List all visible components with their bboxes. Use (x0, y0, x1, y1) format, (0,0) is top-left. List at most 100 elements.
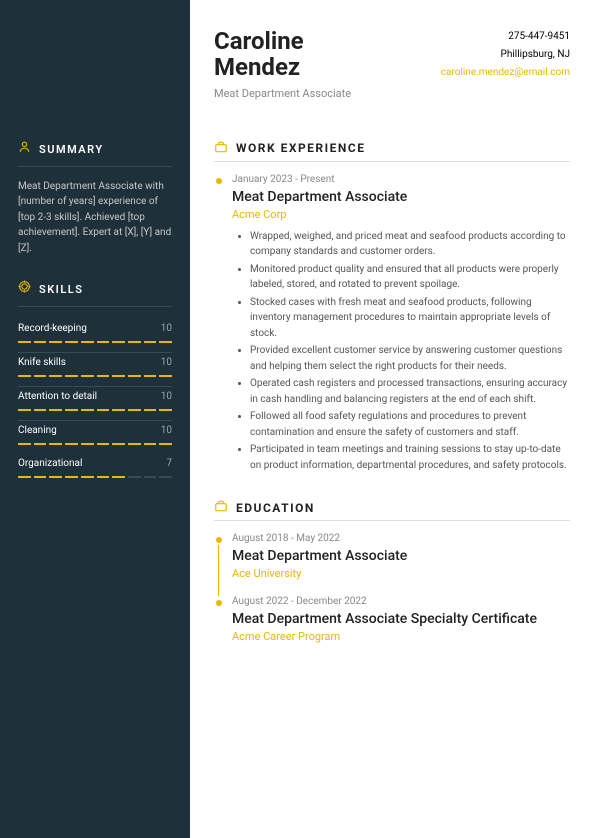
skill-row: Record-keeping10 (18, 319, 172, 341)
bullet-item: Followed all food safety regulations and… (250, 409, 570, 440)
education-heading: EDUCATION (214, 499, 570, 521)
skill-bar (18, 476, 172, 478)
skill-dash (18, 375, 31, 377)
skill-dash (97, 341, 110, 343)
skill-dash (81, 341, 94, 343)
skill-dash (49, 409, 62, 411)
skill-dash (81, 375, 94, 377)
name-block: Caroline Mendez Meat Department Associat… (214, 28, 351, 100)
entry-title: Meat Department Associate (232, 189, 570, 205)
skill-dash (144, 476, 157, 478)
work-section: WORK EXPERIENCE January 2023 - Present Me… (214, 140, 570, 474)
skill-dash (65, 443, 78, 445)
skill-dash (49, 476, 62, 478)
skill-name: Organizational (18, 456, 82, 471)
skill-dash (159, 375, 172, 377)
briefcase-icon (214, 140, 228, 157)
entry-date: August 2022 - December 2022 (232, 596, 570, 607)
bullet-item: Stocked cases with fresh meat and seafoo… (250, 295, 570, 342)
skill-dash (159, 341, 172, 343)
skill-dash (112, 341, 125, 343)
skill-dash (97, 443, 110, 445)
skill-dash (112, 476, 125, 478)
skill-dash (112, 375, 125, 377)
entry-org: Acme Corp (232, 208, 570, 221)
first-name: Caroline (214, 27, 304, 55)
person-icon (18, 140, 31, 160)
skill-dash (128, 409, 141, 411)
briefcase-icon (214, 499, 228, 516)
bullet-item: Participated in team meetings and traini… (250, 442, 570, 473)
skill-dash (144, 443, 157, 445)
bullet-item: Operated cash registers and processed tr… (250, 376, 570, 407)
contact-phone: 275-447-9451 (441, 28, 570, 46)
skill-item: Attention to detail10 (18, 386, 172, 411)
skill-dash (49, 341, 62, 343)
skill-dash (128, 476, 141, 478)
summary-section: SUMMARY Meat Department Associate with [… (18, 140, 172, 256)
education-entry: August 2022 - December 2022 Meat Departme… (214, 596, 570, 643)
skill-dash (18, 341, 31, 343)
skill-score: 10 (161, 355, 172, 370)
summary-heading: SUMMARY (18, 140, 172, 160)
skill-score: 7 (166, 456, 172, 471)
skill-dash (34, 341, 47, 343)
bullet-item: Wrapped, weighed, and priced meat and se… (250, 229, 570, 260)
skill-dash (65, 476, 78, 478)
subtitle: Meat Department Associate (214, 87, 351, 100)
skill-dash (65, 409, 78, 411)
skill-dash (159, 476, 172, 478)
entry-title: Meat Department Associate Specialty Cert… (232, 611, 570, 627)
summary-text: Meat Department Associate with [number o… (18, 179, 172, 257)
skill-bar (18, 341, 172, 343)
bullet-item: Provided excellent customer service by a… (250, 343, 570, 374)
skill-dash (128, 375, 141, 377)
skill-item: Knife skills10 (18, 352, 172, 377)
summary-heading-text: SUMMARY (39, 142, 104, 159)
skill-dash (34, 375, 47, 377)
entry-date: August 2018 - May 2022 (232, 533, 570, 544)
skill-dash (81, 476, 94, 478)
bullet-item: Monitored product quality and ensured th… (250, 262, 570, 293)
target-icon (18, 280, 31, 300)
skill-dash (144, 375, 157, 377)
skill-name: Cleaning (18, 423, 57, 438)
education-entries: August 2018 - May 2022 Meat Department As… (214, 533, 570, 643)
skills-heading: SKILLS (18, 280, 172, 300)
sidebar: SUMMARY Meat Department Associate with [… (0, 0, 190, 838)
main-content: Caroline Mendez Meat Department Associat… (190, 0, 594, 838)
education-heading-text: EDUCATION (236, 501, 315, 515)
skill-dash (97, 476, 110, 478)
skill-dash (112, 443, 125, 445)
skill-dash (49, 443, 62, 445)
divider (18, 166, 172, 167)
skill-item: Cleaning 10 (18, 420, 172, 445)
skill-row: Knife skills10 (18, 352, 172, 375)
skill-dash (112, 409, 125, 411)
skill-dash (97, 375, 110, 377)
skill-dash (81, 409, 94, 411)
divider (18, 306, 172, 307)
skill-dash (49, 375, 62, 377)
skills-heading-text: SKILLS (39, 282, 83, 299)
skill-dash (18, 476, 31, 478)
entry-org: Acme Career Program (232, 630, 570, 643)
skill-dash (128, 443, 141, 445)
skill-dash (34, 443, 47, 445)
skill-dash (144, 409, 157, 411)
skill-dash (144, 341, 157, 343)
skill-dash (18, 409, 31, 411)
skills-section: SKILLS Record-keeping10 Knife skills10 Att… (18, 280, 172, 478)
entry-date: January 2023 - Present (232, 174, 570, 185)
skills-list: Record-keeping10 Knife skills10 Attention … (18, 319, 172, 478)
skill-dash (65, 375, 78, 377)
header: Caroline Mendez Meat Department Associat… (214, 28, 570, 100)
skill-score: 10 (161, 321, 172, 336)
skill-bar (18, 375, 172, 377)
work-heading-text: WORK EXPERIENCE (236, 141, 365, 155)
skill-dash (159, 443, 172, 445)
entry-title: Meat Department Associate (232, 548, 570, 564)
skill-dash (65, 341, 78, 343)
skill-score: 10 (161, 423, 172, 438)
education-section: EDUCATION August 2018 - May 2022 Meat Dep… (214, 499, 570, 643)
